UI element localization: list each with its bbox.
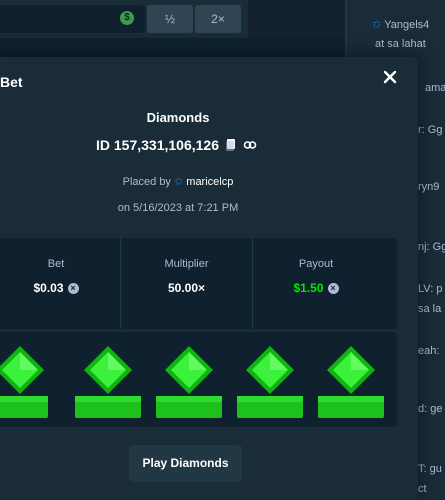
bet-stats-panel: Bet $0.03 × Multiplier 50.00× Payout $1.… <box>0 238 397 329</box>
multiplier-value-row: 50.00× <box>121 281 252 295</box>
bet-value: $0.03 <box>33 281 64 295</box>
play-diamonds-button[interactable]: Play Diamonds <box>129 445 242 482</box>
gem-slot <box>154 332 224 427</box>
chat-message: nj: Gg <box>418 241 445 253</box>
chat-message: ct <box>418 483 427 495</box>
gems-panel <box>0 332 397 427</box>
bet-id: ID 157,331,106,126 <box>96 137 219 153</box>
placed-by-label: Placed by <box>122 176 171 188</box>
diamond-gem-icon <box>318 346 384 418</box>
multiplier-label: Multiplier <box>164 258 209 270</box>
bet-value-row: $0.03 × <box>0 281 120 295</box>
chat-message: ✩ Yangels4 <box>372 18 429 31</box>
diamond-gem-icon <box>0 346 48 418</box>
username[interactable]: maricelcp <box>186 176 233 188</box>
bet-label: Bet <box>47 258 65 270</box>
currency-coin-icon: $ <box>120 11 134 25</box>
chat-message: ryn9 <box>418 181 440 193</box>
payout-value-row: $1.50 × <box>252 281 380 295</box>
stat-multiplier: Multiplier 50.00× <box>120 238 253 329</box>
diamond-gem-icon <box>237 346 303 418</box>
link-icon[interactable] <box>243 138 257 152</box>
modal-title: Bet <box>0 74 23 90</box>
gem-slot <box>235 332 305 427</box>
stat-payout: Payout $1.50 × <box>252 238 380 329</box>
chat-username[interactable]: Yangels4 <box>384 19 429 31</box>
star-icon: ✩ <box>174 176 184 188</box>
placed-by: Placed by ✩ maricelcp <box>0 175 364 188</box>
gem-slot <box>73 332 143 427</box>
payout-label: Payout <box>298 258 334 270</box>
multiplier-value: 50.00× <box>167 281 206 295</box>
star-icon: ✩ <box>372 19 382 31</box>
header-gap <box>248 0 345 38</box>
chat-message: r: Gg <box>418 124 443 136</box>
chat-message: ama <box>425 82 445 94</box>
bet-details-modal: Bet Diamonds ID 157,331,106,126 Placed b… <box>0 57 418 500</box>
payout-value: $1.50 <box>293 281 324 295</box>
chat-message: at sa lahat <box>375 38 426 50</box>
close-icon[interactable] <box>382 69 398 85</box>
double-bet-button[interactable]: 2× <box>195 5 241 33</box>
chat-message: T: gu <box>418 463 442 475</box>
game-name[interactable]: Diamonds <box>0 110 364 125</box>
chat-message: LV: p <box>418 283 443 295</box>
gem-slot <box>316 332 386 427</box>
half-bet-button[interactable]: ½ <box>147 5 193 33</box>
chat-message: sa la <box>418 303 442 315</box>
currency-coin-icon: × <box>327 282 339 294</box>
currency-coin-icon: × <box>67 282 79 294</box>
copy-icon[interactable] <box>224 138 238 152</box>
chat-message: d: ge <box>418 403 443 415</box>
diamond-gem-icon <box>156 346 222 418</box>
diamond-gem-icon <box>75 346 141 418</box>
bet-date: on 5/16/2023 at 7:21 PM <box>117 202 239 214</box>
gem-slot <box>0 332 62 427</box>
chat-message: eah: <box>418 345 440 357</box>
bet-id-row: ID 157,331,106,126 <box>96 137 257 153</box>
stat-bet: Bet $0.03 × <box>0 238 120 329</box>
